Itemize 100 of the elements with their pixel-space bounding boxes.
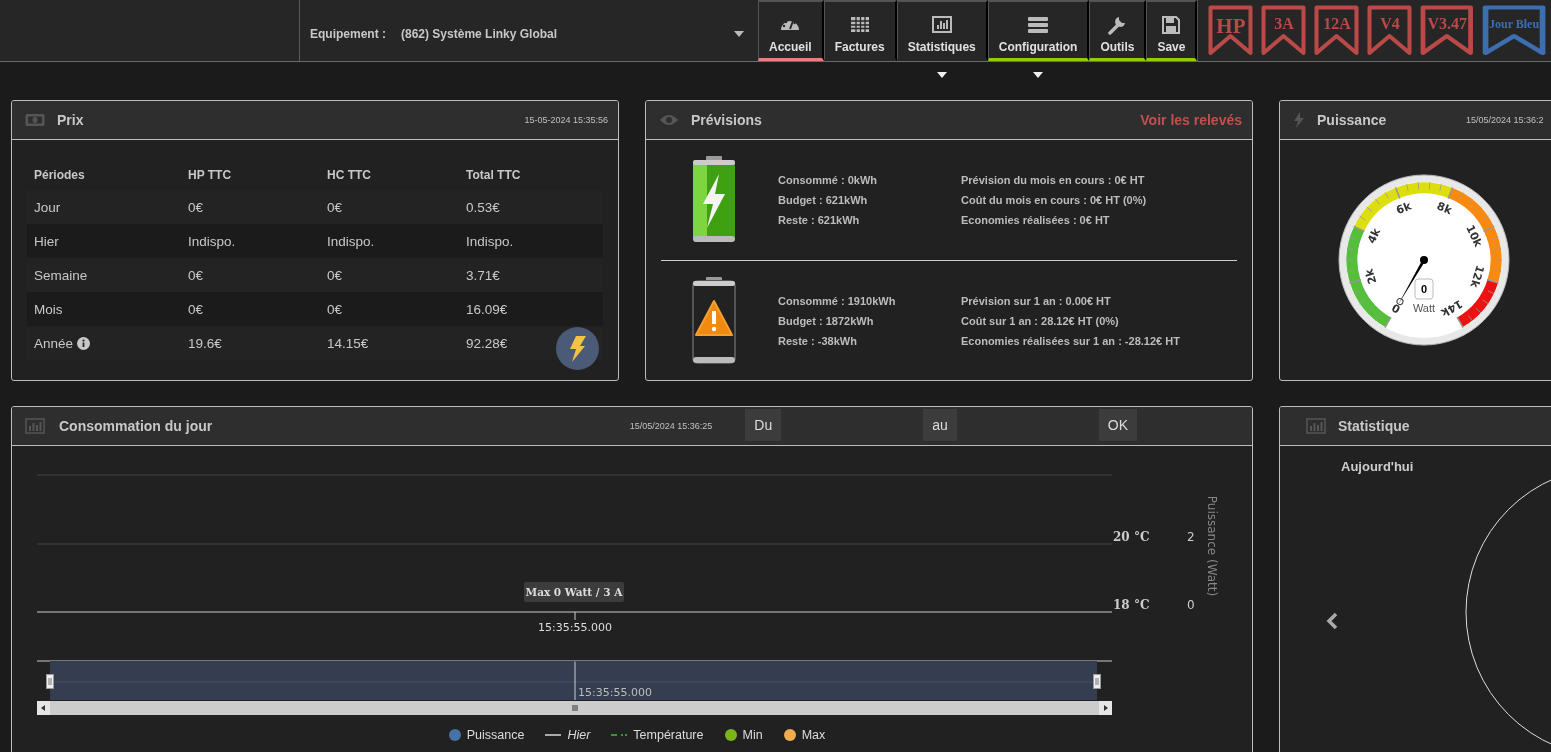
lightning-icon	[567, 335, 588, 362]
column-header: HP TTC	[188, 168, 232, 182]
date-button[interactable]: OK	[1098, 409, 1137, 441]
table-icon	[848, 14, 871, 35]
bar-chart-icon	[25, 418, 45, 434]
ribbon-badge: V4	[1367, 5, 1413, 56]
date-button[interactable]: au	[923, 409, 957, 441]
dropdown-caret-icon	[734, 30, 744, 37]
nav-button[interactable]: Factures	[823, 0, 897, 61]
table-cell: 19.6€	[188, 335, 222, 351]
card-title: Puissance	[1317, 112, 1387, 128]
info-icon[interactable]	[77, 336, 91, 350]
server-icon	[1027, 14, 1050, 35]
axis-label: 20 °C	[1113, 530, 1150, 544]
gauge-tick-label: 10k	[1463, 222, 1485, 249]
axis-label: 2	[1187, 530, 1195, 544]
stat-text: Reste : 621kWh	[778, 214, 861, 226]
nav-button[interactable]: Save	[1146, 0, 1198, 61]
field-label: Equipement :	[310, 26, 386, 41]
table-cell: Année	[34, 335, 74, 351]
lightning-icon	[1293, 112, 1305, 128]
table-cell: 16.09€	[466, 301, 508, 317]
chevron-left-icon[interactable]	[1326, 612, 1338, 630]
stat-text: Consommé : 0kWh	[778, 174, 878, 186]
column-header: Périodes	[34, 168, 85, 182]
ribbon-badge: 12A	[1314, 5, 1360, 56]
column-header: Total TTC	[466, 168, 521, 182]
gauge-pivot	[1420, 256, 1428, 264]
table-cell: Mois	[34, 301, 63, 317]
ribbon-badge: Jour Bleu	[1482, 5, 1547, 56]
stat-text: Economies réalisées : 0€ HT	[961, 214, 1111, 226]
dropdown-caret-icon[interactable]	[936, 72, 947, 78]
chart-tooltip: Max 0 Watt / 3 A	[524, 582, 624, 602]
legend-item[interactable]: Min	[724, 728, 763, 742]
stat-text: Budget : 1872kWh	[778, 315, 875, 327]
stat-text: Prévision sur 1 an : 0.00€ HT	[961, 295, 1112, 307]
scrollbar[interactable]	[37, 701, 1112, 715]
date-button[interactable]: Du	[745, 409, 782, 441]
ribbon-badge: V3.47	[1420, 5, 1474, 56]
column-header: HC TTC	[327, 168, 371, 182]
table-cell: Jour	[34, 199, 61, 215]
gauge-tick-label: 12k	[1467, 263, 1487, 290]
legend-item[interactable]: Puissance	[448, 728, 525, 742]
nav-button[interactable]: Accueil	[758, 0, 824, 61]
banknote-icon	[25, 113, 45, 127]
table-cell: 0€	[327, 301, 343, 317]
table-cell: 0€	[188, 199, 204, 215]
gauge-tick-label: 6k	[1394, 199, 1414, 218]
table-cell: 0€	[327, 267, 343, 283]
gauge-tick-label: 4k	[1364, 226, 1384, 246]
axis-title: Puissance (Watt)	[1205, 495, 1219, 597]
gauge-unit: Watt	[1412, 302, 1436, 314]
table-cell: Semaine	[34, 267, 88, 283]
stat-text: Reste : -38kWh	[778, 335, 858, 347]
table-cell: Indispo.	[188, 233, 236, 249]
axis-label: 15:35:55.000	[538, 621, 612, 634]
gauge-tick-label: 2k	[1362, 267, 1380, 286]
table-cell: 14.15€	[327, 335, 369, 351]
card-title: Statistique	[1338, 418, 1410, 434]
legend-item[interactable]: Hier	[545, 728, 591, 742]
stat-text: Budget : 621kWh	[778, 194, 869, 206]
timestamp: 15/05/2024 15:36:2	[1466, 115, 1544, 125]
equipment-select[interactable]: (862) Système Linky Global	[401, 18, 758, 49]
legend-item[interactable]: Température	[611, 728, 704, 742]
table-cell: Indispo.	[327, 233, 375, 249]
axis-label: 0	[1187, 598, 1195, 612]
table-cell: Indispo.	[466, 233, 514, 249]
timestamp: 15-05-2024 15:35:56	[524, 115, 608, 125]
axis-label: 18 °C	[1113, 598, 1150, 612]
card-title: Prix	[57, 112, 84, 128]
table-cell: 0€	[327, 199, 343, 215]
period-label: Aujourd'hui	[1341, 459, 1414, 474]
range-handle[interactable]	[1093, 674, 1101, 689]
bar-chart-icon	[930, 14, 953, 35]
ribbon-badge: HP	[1208, 5, 1254, 56]
legend-item[interactable]: Max	[783, 728, 826, 742]
gauge-value: 0	[1414, 278, 1434, 300]
table-cell: 3.71€	[466, 267, 500, 283]
gauge-tick-label: 14k	[1438, 296, 1465, 320]
nav-button[interactable]: Outils	[1089, 0, 1147, 61]
gauge-tick-label: 8k	[1434, 199, 1454, 218]
save-icon	[1160, 14, 1183, 35]
dropdown-caret-icon[interactable]	[1033, 72, 1044, 78]
stat-text: Consommé : 1910kWh	[778, 295, 897, 307]
ribbon-badge: 3A	[1261, 5, 1307, 56]
table-cell: Hier	[34, 233, 59, 249]
table-cell: 92.28€	[466, 335, 508, 351]
bar-chart-icon	[1306, 418, 1326, 434]
gauge-tick-label: 0	[1389, 300, 1403, 316]
table-cell: 0.53€	[466, 199, 500, 215]
axis-label: 15:35:55.000	[578, 686, 652, 699]
range-handle[interactable]	[46, 674, 54, 689]
eye-icon	[659, 113, 679, 127]
timestamp: 15/05/2024 15:36:25	[629, 421, 713, 431]
stat-text: Coût sur 1 an : 28.12€ HT (0%)	[961, 315, 1120, 327]
stat-text: Coût du mois en cours : 0€ HT (0%)	[961, 194, 1147, 206]
card-title: Prévisions	[691, 112, 762, 128]
table-cell: 0€	[188, 301, 204, 317]
stat-text: Prévision du mois en cours : 0€ HT	[961, 174, 1146, 186]
battery-charging-icon	[691, 156, 737, 244]
